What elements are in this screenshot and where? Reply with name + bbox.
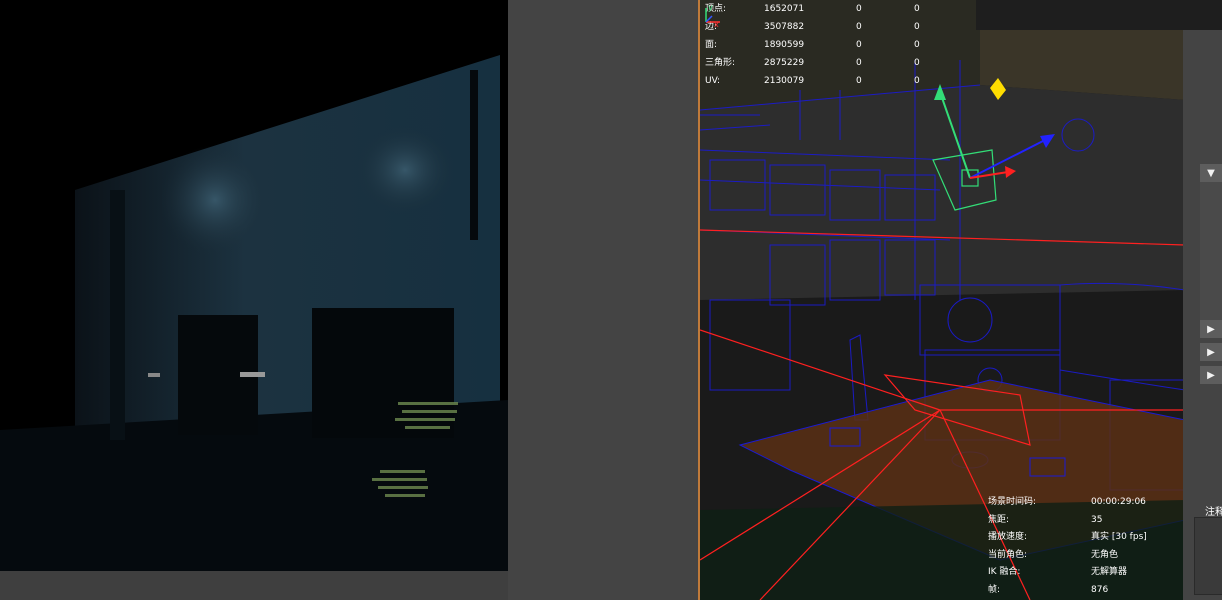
poly-total: 3507882 [764, 22, 805, 32]
poly-label: 面: [705, 40, 718, 50]
hud-row-current-character: 当前角色: 无角色 [988, 547, 1147, 565]
poly-total: 1890599 [764, 40, 805, 50]
hud-value: 真实 [30 fps] [1091, 532, 1147, 543]
hud-value: 35 [1091, 514, 1103, 525]
poly-label: UV: [705, 76, 721, 86]
poly-extra: 0 [914, 22, 920, 32]
scene-info-hud: 场景时间码: 00:00:29:06 焦距: 35 播放速度: 真实 [30 f… [988, 494, 1147, 600]
top-dark-panel [976, 0, 1222, 30]
poly-count-hud: 顶点: 1652071 0 0 边: 3507882 0 0 面: 189059… [705, 0, 934, 90]
poly-selected: 0 [856, 76, 862, 86]
poly-row-vertices: 顶点: 1652071 0 0 [705, 0, 934, 18]
hud-label: 帧: [988, 584, 1001, 595]
poly-selected: 0 [856, 4, 862, 14]
hud-value: 无解算器 [1091, 567, 1128, 578]
poly-row-faces: 面: 1890599 0 0 [705, 36, 934, 54]
axis-y-label: y [708, 3, 713, 12]
expand-section-button-1[interactable]: ▶ [1200, 320, 1222, 338]
panel-divider [508, 0, 698, 600]
play-arrow-icon: ▶ [1207, 346, 1215, 358]
hud-row-frame: 帧: 876 [988, 582, 1147, 600]
axis-triad-icon: y x [705, 3, 720, 28]
maya-viewport[interactable]: 顶点: 1652071 0 0 边: 3507882 0 0 面: 189059… [698, 0, 1185, 600]
expand-section-button-2[interactable]: ▶ [1200, 343, 1222, 361]
axis-x-label: x [714, 20, 719, 28]
hud-value: 无角色 [1091, 549, 1119, 560]
poly-extra: 0 [914, 4, 920, 14]
poly-selected: 0 [856, 22, 862, 32]
play-arrow-icon: ▶ [1207, 323, 1215, 335]
notes-textarea[interactable] [1194, 517, 1222, 595]
hud-label: 焦距: [988, 514, 1010, 525]
poly-selected: 0 [856, 40, 862, 50]
hud-label: 播放速度: [988, 532, 1028, 543]
play-arrow-icon: ▶ [1207, 369, 1215, 381]
expand-section-button-3[interactable]: ▶ [1200, 366, 1222, 384]
hud-label: 当前角色: [988, 549, 1028, 560]
poly-extra: 0 [914, 76, 920, 86]
hud-label: IK 融合: [988, 567, 1021, 578]
render-preview-image [0, 0, 508, 571]
hud-row-timecode: 场景时间码: 00:00:29:06 [988, 494, 1147, 512]
poly-extra: 0 [914, 58, 920, 68]
poly-row-edges: 边: 3507882 0 0 [705, 18, 934, 36]
hud-row-ik-blend: IK 融合: 无解算器 [988, 564, 1147, 582]
render-preview-panel [0, 0, 508, 571]
poly-label: 三角形: [705, 58, 736, 68]
render-status-strip [0, 571, 508, 600]
hud-value: 00:00:29:06 [1091, 497, 1146, 507]
poly-total: 2875229 [764, 58, 805, 68]
poly-extra: 0 [914, 40, 920, 50]
hud-label: 场景时间码: [988, 497, 1037, 507]
poly-selected: 0 [856, 58, 862, 68]
hud-row-playback-speed: 播放速度: 真实 [30 fps] [988, 529, 1147, 547]
poly-total: 1652071 [764, 4, 805, 14]
attribute-panel-area [1200, 180, 1222, 320]
poly-total: 2130079 [764, 76, 805, 86]
poly-row-triangles: 三角形: 2875229 0 0 [705, 54, 934, 72]
hud-row-focal-length: 焦距: 35 [988, 512, 1147, 530]
hud-value: 876 [1091, 584, 1109, 595]
chevron-down-icon: ▼ [1207, 167, 1215, 179]
collapse-button[interactable]: ▼ [1200, 164, 1222, 182]
notes-label: 注释 [1205, 507, 1222, 518]
poly-row-uvs: UV: 2130079 0 0 [705, 72, 934, 90]
